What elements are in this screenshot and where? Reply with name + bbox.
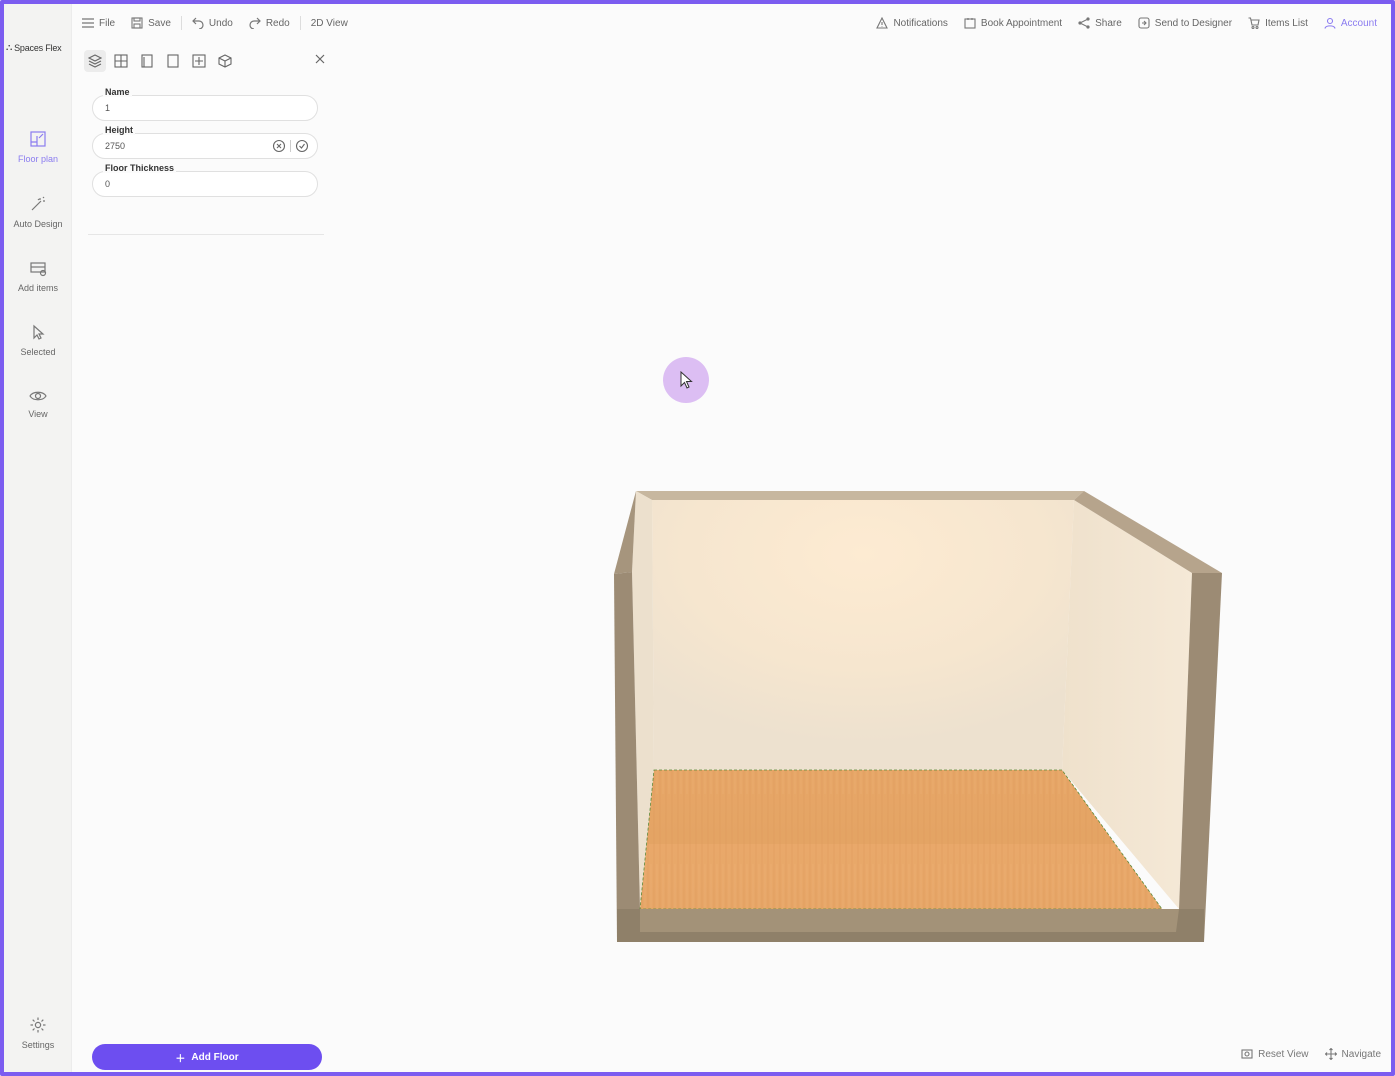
mouse-pointer-icon xyxy=(680,371,693,389)
reset-view-button[interactable]: Reset View xyxy=(1241,1048,1309,1060)
floor-front-inner xyxy=(640,909,1179,932)
app-window: ⛬ Spaces Flex Floor plan Auto Design Add… xyxy=(0,0,1395,1076)
back-wall xyxy=(652,500,1074,770)
reset-view-label: Reset View xyxy=(1258,1048,1309,1060)
reset-view-icon xyxy=(1241,1049,1253,1059)
move-arrows-icon xyxy=(1324,1048,1337,1060)
add-floor-label: Add Floor xyxy=(191,1051,239,1063)
navigate-button[interactable]: Navigate xyxy=(1324,1048,1381,1060)
plus-icon: ＋ xyxy=(175,1053,186,1065)
room-3d-viewport[interactable] xyxy=(4,4,1395,1076)
add-floor-button[interactable]: ＋ Add Floor xyxy=(92,1044,322,1070)
viewport-controls: Reset View Navigate xyxy=(1241,1048,1381,1060)
navigate-label: Navigate xyxy=(1341,1048,1381,1060)
back-wall-top xyxy=(636,491,1084,500)
